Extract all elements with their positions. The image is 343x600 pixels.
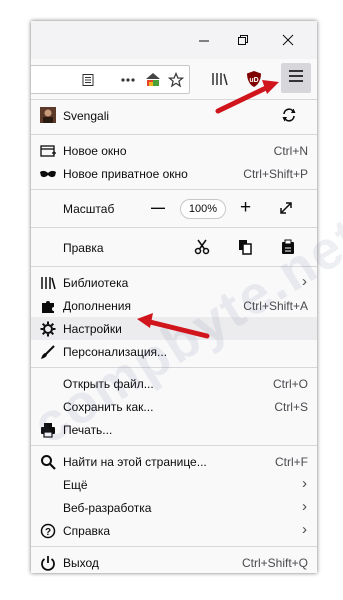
zoom-out-button[interactable]: — [151,199,165,215]
menu-item-label: Новое окно [63,144,127,158]
zoom-row: Масштаб — 100% + [31,194,317,223]
menu-item-label: Новое приватное окно [63,167,188,181]
menu-item-private-window[interactable]: Новое приватное окно Ctrl+Shift+P [31,162,317,185]
svg-text:?: ? [44,527,50,538]
browser-window: uD Svengali Новое окно Ctrl+N Новое прив… [31,21,317,573]
bookmark-star-icon[interactable] [168,71,184,88]
zoom-reset-button[interactable]: 100% [180,199,226,219]
menu-item-label: Печать... [63,423,113,437]
menu-item-quit[interactable]: Выход Ctrl+Shift+Q [31,551,317,573]
paste-icon[interactable] [280,239,296,258]
menu-item-label: Персонализация... [63,345,168,359]
pocket-icon[interactable] [145,72,161,88]
library-icon [39,274,56,291]
library-icon[interactable] [211,71,229,87]
separator [31,134,317,135]
fullscreen-icon[interactable] [278,200,294,219]
shortcut-label: Ctrl+Shift+P [243,167,308,181]
puzzle-piece-icon [39,297,56,314]
menu-item-label: Сохранить как... [63,400,154,414]
shortcut-label: Ctrl+N [273,144,308,158]
separator [31,189,317,190]
app-menu-panel: Svengali Новое окно Ctrl+N Новое приватн… [31,100,317,573]
url-bar[interactable] [31,65,190,94]
menu-item-customize[interactable]: Персонализация... [31,340,317,363]
hamburger-menu-icon [288,69,304,88]
menu-item-webdev[interactable]: Веб-разработка › [31,496,317,519]
menu-item-label: Справка [63,524,111,538]
menu-item-new-window[interactable]: Новое окно Ctrl+N [31,139,317,162]
menu-item-label: Ещё [63,478,88,492]
sync-icon[interactable] [280,106,297,123]
power-icon [39,554,56,571]
menu-item-label: Настройки [63,322,122,336]
menu-item-save-as[interactable]: Сохранить как... Ctrl+S [31,395,317,418]
page-actions-icon[interactable] [120,77,136,83]
shortcut-label: Ctrl+Shift+A [243,299,308,313]
menu-item-addons[interactable]: Дополнения Ctrl+Shift+A [31,294,317,317]
gear-icon [39,320,56,337]
edit-row: Правка [31,232,317,262]
menu-item-label: Найти на этой странице... [63,455,207,469]
shortcut-label: Ctrl+Shift+Q [241,556,308,570]
separator [31,367,317,368]
menu-item-find[interactable]: Найти на этой странице... Ctrl+F [31,450,317,473]
ublock-icon[interactable]: uD [245,70,263,88]
menu-item-help[interactable]: ? Справка › [31,519,317,542]
shortcut-label: Ctrl+S [274,400,308,414]
menu-item-label: Дополнения [63,299,131,313]
separator [31,227,317,228]
account-name: Svengali [63,109,110,123]
nav-toolbar: uD [31,59,317,100]
menu-item-label: Выход [63,556,99,570]
private-mask-icon [39,165,56,182]
menu-item-label: Библиотека [63,276,129,290]
new-window-icon [39,142,56,159]
separator [31,266,317,267]
restore-icon[interactable] [236,33,250,47]
menu-item-open-file[interactable]: Открыть файл... Ctrl+O [31,372,317,395]
printer-icon [39,421,56,438]
account-row[interactable]: Svengali [31,100,317,130]
zoom-label: Масштаб [63,202,115,216]
minimize-icon[interactable] [197,33,211,47]
edit-label: Правка [63,241,104,255]
avatar [39,106,56,123]
chevron-right-icon: › [302,498,307,515]
help-icon: ? [39,522,56,539]
shortcut-label: Ctrl+O [272,377,308,391]
menu-item-label: Веб-разработка [63,501,152,515]
menu-item-more[interactable]: Ещё › [31,473,317,496]
close-icon[interactable] [281,33,295,47]
hamburger-menu-button[interactable] [281,63,311,93]
paintbrush-icon [39,343,56,360]
separator [31,445,317,446]
menu-item-settings[interactable]: Настройки [31,317,317,340]
separator [31,546,317,547]
chevron-right-icon: › [302,521,307,538]
shortcut-label: Ctrl+F [275,455,308,469]
title-bar [31,21,317,59]
menu-item-library[interactable]: Библиотека › [31,271,317,294]
menu-item-print[interactable]: Печать... [31,418,317,441]
reader-view-icon[interactable] [81,73,95,87]
copy-icon[interactable] [237,239,253,258]
menu-item-label: Открыть файл... [63,377,154,391]
chevron-right-icon: › [302,273,307,290]
search-icon [39,453,56,470]
zoom-in-button[interactable]: + [240,197,251,219]
ublock-label: uD [249,77,258,84]
chevron-right-icon: › [302,475,307,492]
cut-icon[interactable] [194,239,210,258]
